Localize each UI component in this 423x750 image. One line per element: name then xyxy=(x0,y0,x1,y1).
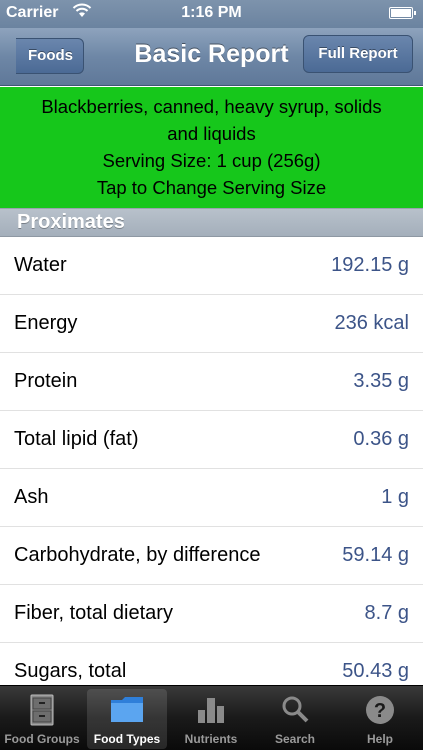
row-value: 8.7 g xyxy=(364,602,409,624)
table-row[interactable]: Total lipid (fat) 0.36 g xyxy=(0,411,423,469)
row-label: Sugars, total xyxy=(14,660,127,682)
full-report-button[interactable]: Full Report xyxy=(303,35,413,73)
row-label: Energy xyxy=(14,312,78,334)
tab-label: Help xyxy=(366,732,393,746)
row-label: Ash xyxy=(14,486,49,508)
status-time: 1:16 PM xyxy=(181,4,242,21)
status-bar: Carrier 1:16 PM xyxy=(0,0,423,28)
folder-icon xyxy=(109,694,145,727)
tab-bar: Food Groups Food Types Nutrients Search … xyxy=(0,685,423,750)
food-name-line2: and liquids xyxy=(167,123,256,144)
tab-search[interactable]: Search xyxy=(255,689,335,749)
tab-food-types[interactable]: Food Types xyxy=(87,689,167,749)
navigation-bar: Foods Basic Report Full Report xyxy=(0,28,423,86)
table-row[interactable]: Fiber, total dietary 8.7 g xyxy=(0,585,423,643)
row-label: Carbohydrate, by difference xyxy=(14,544,261,566)
search-icon xyxy=(280,694,310,727)
tab-help[interactable]: ? Help xyxy=(340,689,420,749)
table-row[interactable]: Water 192.15 g xyxy=(0,237,423,295)
food-header[interactable]: Blackberries, canned, heavy syrup, solid… xyxy=(0,87,423,208)
tab-label: Food Types xyxy=(93,732,161,746)
row-label: Protein xyxy=(14,370,78,392)
table-row[interactable]: Protein 3.35 g xyxy=(0,353,423,411)
row-value: 59.14 g xyxy=(342,544,409,566)
serving-hint: Tap to Change Serving Size xyxy=(96,177,327,198)
row-value: 0.36 g xyxy=(353,428,409,450)
tab-label: Nutrients xyxy=(184,732,238,746)
row-value: 50.43 g xyxy=(342,660,409,682)
table-row[interactable]: Sugars, total 50.43 g xyxy=(0,643,423,685)
cabinet-icon xyxy=(29,694,55,729)
tab-nutrients[interactable]: Nutrients xyxy=(171,689,251,749)
section-header: Proximates xyxy=(0,208,423,237)
svg-text:?: ? xyxy=(374,700,386,722)
row-label: Fiber, total dietary xyxy=(14,602,173,624)
table-row[interactable]: Energy 236 kcal xyxy=(0,295,423,353)
tab-label: Food Groups xyxy=(4,732,80,746)
row-value: 192.15 g xyxy=(331,254,409,276)
nutrient-list[interactable]: Water 192.15 g Energy 236 kcal Protein 3… xyxy=(0,237,423,685)
row-value: 236 kcal xyxy=(334,312,410,334)
bar-chart-icon xyxy=(196,694,226,727)
battery-icon xyxy=(389,7,416,19)
row-label: Water xyxy=(14,254,67,276)
help-icon: ? xyxy=(364,694,396,729)
table-row[interactable]: Carbohydrate, by difference 59.14 g xyxy=(0,527,423,585)
food-name-line1: Blackberries, canned, heavy syrup, solid… xyxy=(41,96,382,117)
tab-food-groups[interactable]: Food Groups xyxy=(2,689,82,749)
table-row[interactable]: Ash 1 g xyxy=(0,469,423,527)
row-value: 1 g xyxy=(381,486,409,508)
serving-size: Serving Size: 1 cup (256g) xyxy=(102,150,321,171)
row-value: 3.35 g xyxy=(353,370,409,392)
tab-label: Search xyxy=(274,732,316,746)
row-label: Total lipid (fat) xyxy=(14,428,139,450)
